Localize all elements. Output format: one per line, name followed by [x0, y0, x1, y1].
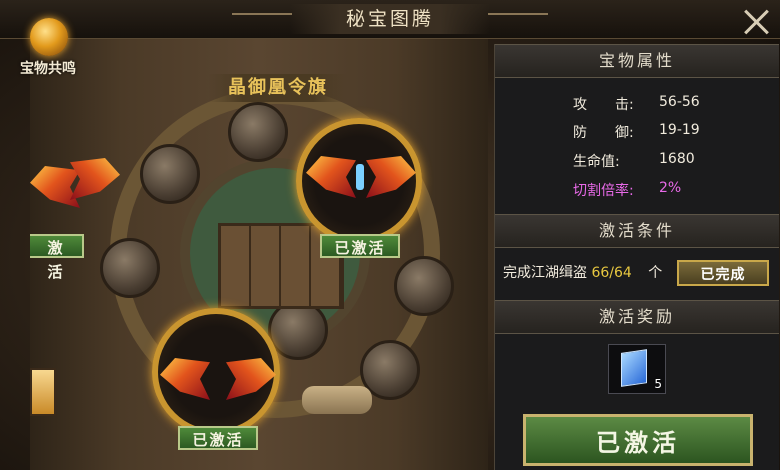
stat-defense: 防 御: 19-19: [573, 122, 700, 142]
treasure-display-stage: 晶御凰令旗 激活 已激活 已激活: [30, 38, 488, 470]
lantern-decoration: [30, 368, 56, 416]
stat-label: 防 御:: [573, 125, 634, 141]
stat-cut-rate: 切割倍率: 2%: [573, 180, 681, 200]
info-panel: 宝物属性 攻 击: 56-56 防 御: 19-19 生命值: 1680 切割倍…: [494, 44, 779, 470]
ring-knob-decoration: [268, 300, 328, 360]
wing-treasure-icon: [70, 158, 120, 200]
stat-attack: 攻 击: 56-56: [573, 94, 700, 114]
ring-knob-decoration: [140, 144, 200, 204]
stat-label: 切割倍率:: [573, 183, 634, 199]
attributes-header: 宝物属性: [495, 44, 779, 78]
stat-label: 攻 击:: [573, 97, 634, 113]
completed-badge: 已完成: [677, 260, 769, 286]
activated-status-button[interactable]: 已激活: [178, 426, 258, 450]
title-ornament: [232, 13, 292, 15]
condition-unit: 个: [648, 265, 663, 281]
resonance-orb-icon: [30, 18, 68, 56]
scroll-decoration: [302, 386, 372, 414]
skill-book-icon: [621, 349, 647, 387]
stat-label: 生命值:: [573, 154, 620, 170]
reward-header: 激活奖励: [495, 300, 779, 334]
treasure-totem-window: 晶御凰令旗 激活 已激活 已激活 秘宝图腾 宝物共鸣 宝物属性 攻 击: 56-…: [0, 0, 780, 470]
resonance-label: 宝物共鸣: [20, 61, 76, 77]
activate-status-button[interactable]: 激活: [30, 234, 84, 281]
activated-button[interactable]: 已激活: [523, 414, 753, 466]
reward-count: 5: [654, 377, 662, 391]
window-title: 秘宝图腾: [290, 4, 490, 34]
wing-treasure-icon: [30, 166, 80, 208]
close-icon[interactable]: [740, 6, 774, 36]
activation-condition: 完成江湖缉盗 66/64 个: [503, 262, 662, 282]
condition-text: 完成江湖缉盗: [503, 265, 587, 281]
condition-header: 激活条件: [495, 214, 779, 248]
reward-item-slot[interactable]: 5: [608, 344, 666, 394]
stat-value: 19-19: [659, 122, 700, 138]
stat-hp: 生命值: 1680: [573, 151, 695, 171]
ring-knob-decoration: [228, 102, 288, 162]
stat-value: 56-56: [659, 94, 700, 110]
title-bar: 秘宝图腾: [0, 0, 780, 39]
ring-knob-decoration: [100, 238, 160, 298]
gem-icon: [356, 164, 364, 190]
ring-knob-decoration: [394, 256, 454, 316]
stat-value: 2%: [659, 180, 682, 196]
activated-status-button[interactable]: 已激活: [320, 234, 400, 258]
condition-count: 66/64: [591, 265, 632, 281]
stat-value: 1680: [659, 151, 695, 167]
resonance-button[interactable]: 宝物共鸣: [6, 18, 90, 82]
title-ornament: [488, 13, 548, 15]
treasure-name: 晶御凰令旗: [208, 74, 348, 102]
